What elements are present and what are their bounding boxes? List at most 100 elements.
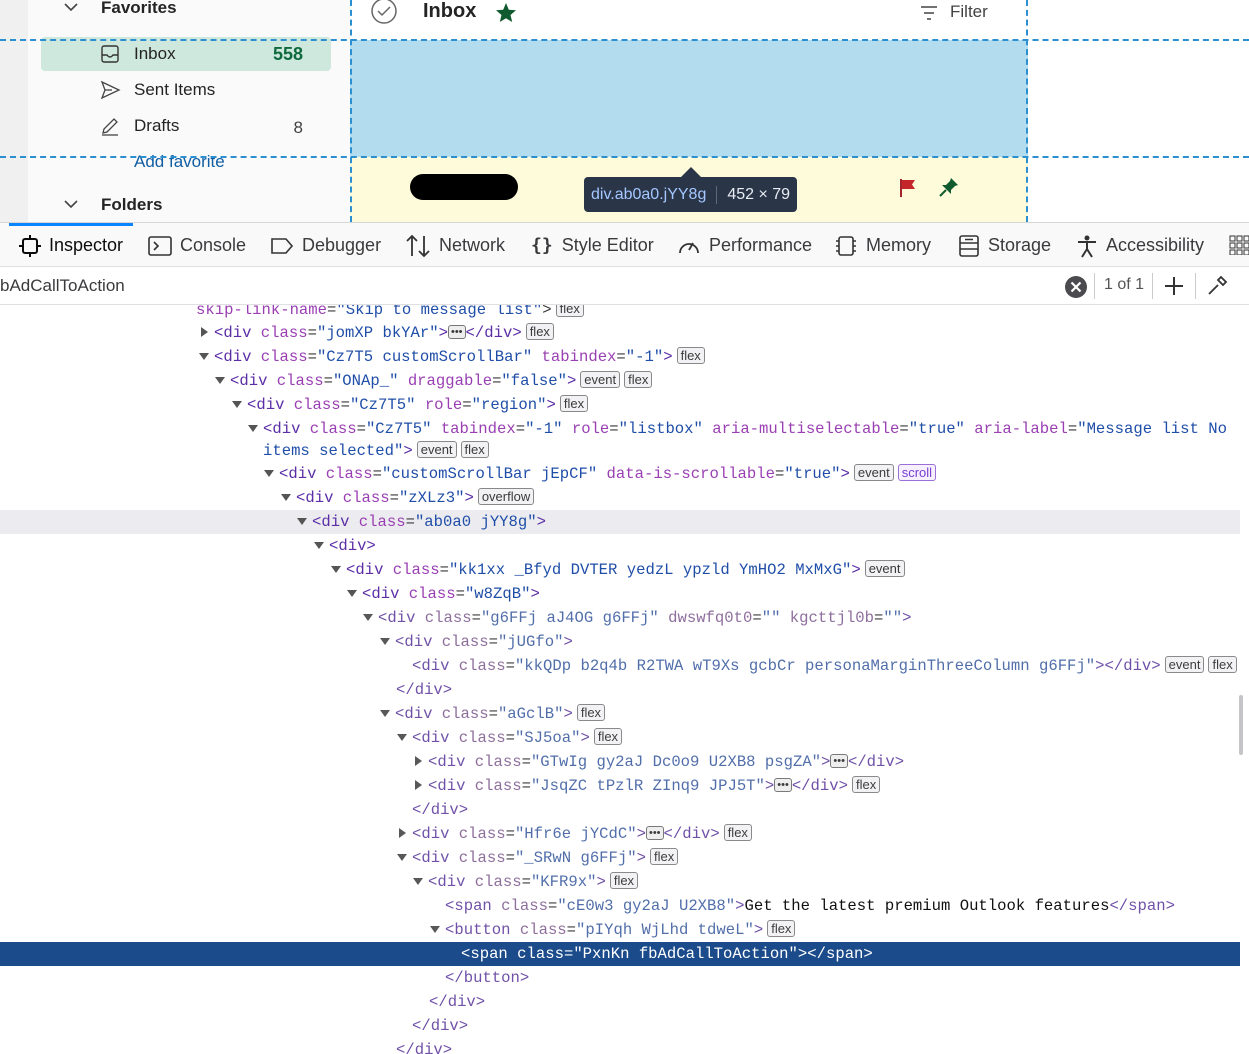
markup-line[interactable]: </div> [0,990,1240,1014]
event-badge[interactable]: event [416,441,457,458]
flex-badge[interactable]: flex [767,920,796,937]
markup-line[interactable]: <div class="_SRwN g6FFj"> flex [0,846,1240,870]
markup-line[interactable]: <div class="ONAp_" draggable="false"> eve… [0,369,1240,393]
markup-line[interactable]: <div class="jomXP bkYAr"> ••• </div> flex [0,321,1240,345]
favorite-star-icon[interactable] [495,2,517,24]
flex-badge[interactable]: flex [460,441,489,458]
collapse-twisty[interactable] [263,467,275,479]
collapse-twisty[interactable] [214,374,226,386]
select-all-checkmark-icon[interactable] [370,0,398,26]
favorites-header[interactable]: Favorites [101,0,177,18]
flex-badge[interactable]: flex [624,371,653,388]
markup-line[interactable]: <div class="jUGfo"> [0,630,1240,654]
markup-line[interactable]: <div class="KFR9x"> flex [0,870,1240,894]
expand-twisty[interactable] [412,755,424,767]
tab-accessibility[interactable]: Accessibility [1076,223,1204,268]
event-badge[interactable]: event [864,560,905,577]
markup-line[interactable]: <div class="Cz7T5" role="region"> flex [0,393,1240,417]
markup-scrollbar[interactable] [1239,695,1243,755]
markup-line[interactable]: </div> [0,1014,1240,1038]
flex-badge[interactable]: flex [525,323,554,340]
chevron-down-icon[interactable] [62,195,80,213]
collapsed-ellipsis[interactable]: ••• [645,826,664,840]
markup-line[interactable]: </div> [0,798,1240,822]
eyedropper-icon[interactable] [1206,275,1228,297]
flex-badge[interactable]: flex [649,848,679,865]
tab-network[interactable]: Network [405,223,505,268]
event-badge[interactable]: event [853,464,894,481]
markup-line[interactable]: <div class="JsqZC tPzlR ZInq9 JPJ5T"> •••… [0,774,1240,798]
expand-twisty[interactable] [412,779,424,791]
event-badge[interactable]: event [580,371,621,388]
chevron-down-icon[interactable] [62,0,80,16]
markup-line[interactable]: <div class="Cz7T5" tabindex="-1" role="l… [0,417,1240,441]
flex-badge[interactable]: flex [676,347,705,364]
markup-search-bar[interactable]: bAdCallToAction 1 of 1 [0,267,1249,305]
markup-line[interactable]: <div class="g6FFj aJ4OG g6FFj" dwswfq0t0… [0,606,1240,630]
search-input[interactable]: bAdCallToAction [0,276,125,296]
collapsed-ellipsis[interactable]: ••• [830,754,848,768]
markup-line[interactable]: <div> [0,534,1240,558]
event-badge[interactable]: event [1164,656,1205,673]
collapse-twisty[interactable] [330,563,342,575]
collapse-twisty[interactable] [198,350,210,362]
markup-line[interactable]: <div class="w8ZqB"> [0,582,1240,606]
markup-line[interactable]: <span class="cE0w3 gy2aJ U2XB8">Get the … [0,894,1240,918]
pin-icon[interactable] [938,176,960,198]
tab-inspector[interactable]: Inspector [8,223,134,268]
markup-line[interactable]: </button> [0,966,1240,990]
nav-item-drafts[interactable]: Drafts 8 [41,109,331,143]
more-tools-grid-icon[interactable] [1229,235,1249,255]
collapse-twisty[interactable] [280,491,292,503]
tab-debugger[interactable]: Debugger [270,223,381,268]
expand-twisty[interactable] [396,827,408,839]
markup-line[interactable]: skip-link-name="Skip to message list"> fl… [0,305,1240,322]
collapse-twisty[interactable] [396,731,408,743]
collapse-twisty[interactable] [396,851,408,863]
collapse-twisty[interactable] [412,875,424,887]
collapsed-ellipsis[interactable]: ••• [774,778,792,792]
tab-performance[interactable]: Performance [677,223,812,268]
expand-twisty[interactable] [198,326,210,338]
collapsed-ellipsis[interactable]: ••• [447,325,466,339]
flag-icon[interactable] [898,178,918,198]
markup-line[interactable]: <div class="Cz7T5 customScrollBar" tabin… [0,345,1240,369]
flex-badge[interactable]: flex [555,305,584,317]
collapse-twisty[interactable] [362,611,374,623]
collapse-twisty[interactable] [379,635,391,647]
markup-line-wrap[interactable]: items selected"> event flex [0,439,1240,463]
tab-storage[interactable]: Storage [958,223,1051,268]
flex-badge[interactable]: flex [1208,656,1237,673]
markup-line[interactable]: <div class="zXLz3"> overflow [0,486,1240,510]
markup-line[interactable]: <div class="customScrollBar jEpCF" data-… [0,462,1240,486]
flex-badge[interactable]: flex [593,728,623,745]
filter-icon[interactable] [919,4,939,22]
collapse-twisty[interactable] [346,587,358,599]
markup-line[interactable]: <button class="pIYqh WjLhd tdweL"> flex [0,918,1240,942]
flex-badge[interactable]: flex [609,872,639,889]
filter-button[interactable]: Filter [950,2,988,22]
overflow-badge[interactable]: overflow [477,488,535,505]
folders-header[interactable]: Folders [101,195,162,215]
flex-badge[interactable]: flex [559,395,589,412]
tab-style-editor[interactable]: {} Style Editor [531,223,654,268]
markup-line[interactable]: </div> [0,678,1240,702]
flex-badge[interactable]: flex [851,776,881,793]
nav-item-inbox[interactable]: Inbox 558 [41,37,331,71]
tab-console[interactable]: Console [148,223,246,268]
markup-view[interactable]: skip-link-name="Skip to message list"> fl… [0,305,1249,1054]
markup-line[interactable]: <div class="GTwIg gy2aJ Dc0o9 U2XB8 psgZ… [0,750,1240,774]
collapse-twisty[interactable] [379,707,391,719]
markup-line[interactable]: <div class="kk1xx _Bfyd DVTER yedzL ypzl… [0,558,1240,582]
flex-badge[interactable]: flex [723,824,752,841]
nav-item-sent-items[interactable]: Sent Items [41,73,331,107]
collapse-twisty[interactable] [296,515,308,527]
markup-line[interactable]: <div class="kkQDp b2q4b R2TWA wT9Xs gcbC… [0,654,1240,678]
markup-line-hovered[interactable]: <div class="ab0a0 jYY8g"> [0,510,1240,534]
markup-line[interactable]: <div class="SJ5oa"> flex [0,726,1240,750]
collapse-twisty[interactable] [231,398,243,410]
clear-search-icon[interactable] [1064,275,1088,299]
tab-memory[interactable]: Memory [834,223,931,268]
collapse-twisty[interactable] [247,422,259,434]
collapse-twisty[interactable] [313,539,325,551]
